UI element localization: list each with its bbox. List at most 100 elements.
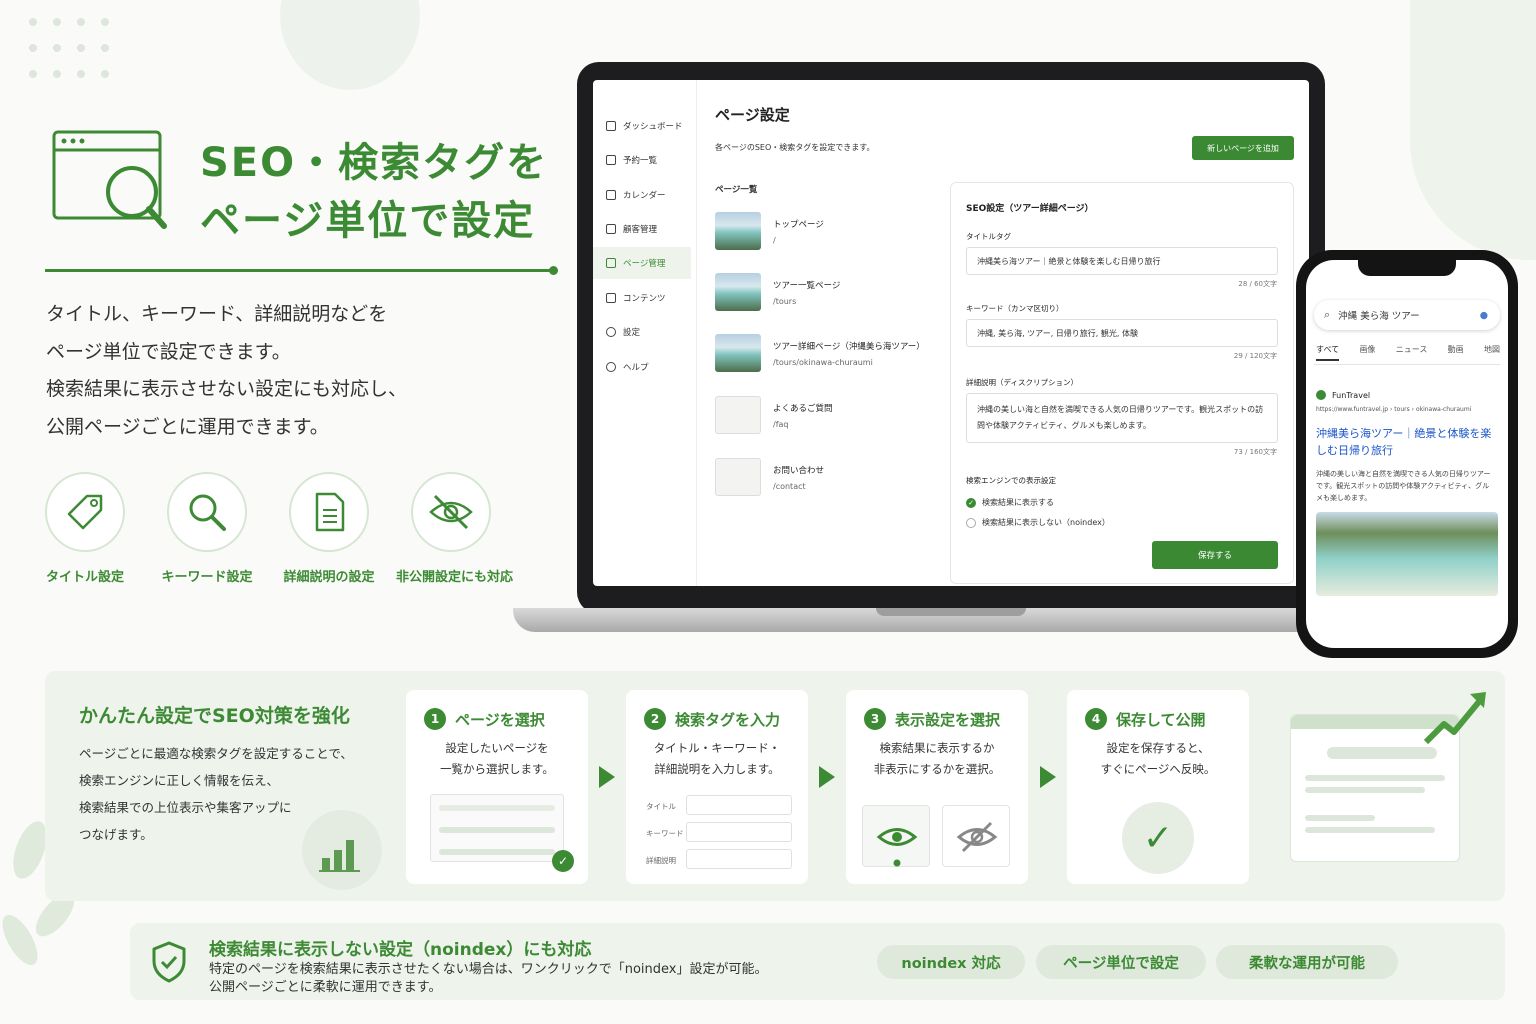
tab-maps[interactable]: 地図 xyxy=(1484,344,1500,361)
step-4-card: 4 保存して公開 設定を保存すると、 すぐにページへ反映。 ✓ xyxy=(1067,690,1249,884)
page-list-item[interactable]: ツアー一覧ページ/tours xyxy=(715,273,935,313)
arrow-icon xyxy=(819,766,835,788)
check-icon: ✓ xyxy=(1122,802,1194,874)
page-list-item[interactable]: トップページ / xyxy=(715,212,935,252)
mini-input xyxy=(686,849,792,869)
bar-chart-icon xyxy=(319,840,360,872)
page-list-heading: ページ一覧 xyxy=(715,185,758,195)
hero-description: タイトル、キーワード、詳細説明などを ページ単位で設定できます。 検索結果に表示させ… xyxy=(46,303,408,438)
description-char-count: 73 / 160文字 xyxy=(1233,448,1277,456)
browser-search-icon xyxy=(52,130,167,229)
mini-page-list xyxy=(430,794,564,862)
phone-tabs: すべて 画像 ニュース 動画 地図 xyxy=(1316,344,1500,361)
search-icon xyxy=(189,494,226,531)
keyword-char-count: 29 / 120文字 xyxy=(1233,352,1277,360)
eye-icon xyxy=(876,828,918,867)
steps-heading: かんたん設定でSEO対策を強化 xyxy=(79,705,350,727)
step-1-card: 1 ページを選択 設定したいページを 一覧から選択します。 ✓ xyxy=(406,690,588,884)
document-icon xyxy=(315,492,345,532)
page-thumbnail xyxy=(715,212,761,250)
radio-noindex[interactable]: 検索結果に表示しない（noindex） xyxy=(966,517,1110,528)
sidebar-item-reservations[interactable]: 予約一覧 xyxy=(593,144,691,176)
result-title-link[interactable]: 沖縄美ら海ツアー｜絶景と体験を楽しむ日帰り旅行 xyxy=(1316,425,1494,459)
sidebar-item-calendar[interactable]: カレンダー xyxy=(593,179,691,211)
user-icon xyxy=(606,121,616,131)
description-textarea[interactable]: 沖縄の美しい海と自然を満喫できる人気の日帰りツアーです。観光スポットの訪問や体験… xyxy=(966,393,1278,443)
mini-field-label: キーワード xyxy=(646,829,684,838)
feature-keyword: キーワード設定 xyxy=(152,472,262,585)
page-title: ページ設定 xyxy=(715,106,790,124)
sidebar-item-contents[interactable]: コンテンツ xyxy=(593,282,691,314)
sidebar-item-pages[interactable]: ページ管理 xyxy=(593,247,691,279)
search-icon: ⌕ xyxy=(1324,308,1331,321)
users-icon xyxy=(606,224,616,234)
title-char-count: 28 / 60文字 xyxy=(1238,280,1277,288)
check-icon: ✓ xyxy=(552,850,574,872)
page-list-item[interactable]: ツアー詳細ページ（沖縄美ら海ツアー）/tours/okinawa-churaum… xyxy=(715,334,935,374)
calendar-icon xyxy=(606,155,616,165)
add-page-button[interactable]: 新しいページを追加 xyxy=(1192,136,1294,160)
noindex-pill: noindex 対応 xyxy=(877,945,1025,979)
title-tag-label: タイトルタグ xyxy=(966,232,1011,241)
tab-images[interactable]: 画像 xyxy=(1359,344,1375,361)
page-thumbnail xyxy=(715,396,761,434)
trend-up-arrow-icon xyxy=(1423,692,1486,745)
eye-off-icon xyxy=(956,821,998,853)
arrow-icon xyxy=(1040,766,1056,788)
page-thumbnail xyxy=(715,458,761,496)
mini-input xyxy=(686,795,792,815)
keyword-input[interactable]: 沖縄, 美ら海, ツアー, 日帰り旅行, 観光, 体験 xyxy=(966,319,1278,347)
radio-show-in-results[interactable]: 検索結果に表示する xyxy=(966,497,1054,508)
shield-check-icon xyxy=(152,941,186,983)
sidebar-item-help[interactable]: ヘルプ xyxy=(593,351,691,383)
result-beach-image xyxy=(1316,512,1498,596)
hide-option-tile xyxy=(942,805,1010,867)
result-site: FunTravel xyxy=(1316,390,1370,400)
step-2-card: 2 検索タグを入力 タイトル・キーワード・ 詳細説明を入力します。 タイトル キーワ… xyxy=(626,690,808,884)
site-favicon-icon xyxy=(1316,390,1326,400)
hero-divider xyxy=(45,266,558,275)
sidebar-item-settings[interactable]: 設定 xyxy=(593,316,691,348)
sidebar: ダッシュボード 予約一覧 カレンダー 顧客管理 ページ管理 コンテンツ 設定 ヘ… xyxy=(593,80,697,586)
noindex-description: 特定のページを検索結果に表示させたくない場合は、ワンクリックで「noindex」… xyxy=(209,962,768,995)
save-button[interactable]: 保存する xyxy=(1152,541,1278,569)
noindex-title: 検索結果に表示しない設定（noindex）にも対応 xyxy=(209,940,592,960)
page-thumbnail xyxy=(715,273,761,311)
tab-all[interactable]: すべて xyxy=(1316,344,1340,361)
title-tag-input[interactable]: 沖縄美ら海ツアー｜絶景と体験を楽しむ日帰り旅行 xyxy=(966,247,1278,275)
per-page-pill: ページ単位で設定 xyxy=(1036,945,1206,979)
sidebar-item-customers[interactable]: 顧客管理 xyxy=(593,213,691,245)
page-thumbnail xyxy=(715,334,761,372)
tab-news[interactable]: ニュース xyxy=(1396,344,1428,361)
result-snippet: 沖縄の美しい海と自然を満喫できる人気の日帰りツアーです。観光スポットの訪問や体験… xyxy=(1316,470,1491,502)
page-list-item[interactable]: よくあるご質問/faq xyxy=(715,396,935,436)
tag-icon xyxy=(67,494,103,530)
decor-dots xyxy=(29,18,109,78)
phone-search-bar[interactable]: ⌕ 沖縄 美ら海 ツアー ● xyxy=(1314,300,1500,330)
calendar-icon xyxy=(606,190,616,200)
arrow-icon xyxy=(599,766,615,788)
feature-description: 詳細説明の設定 xyxy=(274,472,384,585)
check-square-icon xyxy=(606,293,616,303)
show-option-tile xyxy=(862,805,930,867)
panel-heading: SEO設定（ツアー詳細ページ） xyxy=(966,204,1094,214)
step-3-card: 3 表示設定を選択 検索結果に表示するか 非表示にするかを選択。 xyxy=(846,690,1028,884)
decor-blob xyxy=(280,0,420,90)
seo-settings-panel: SEO設定（ツアー詳細ページ） タイトルタグ 沖縄美ら海ツアー｜絶景と体験を楽し… xyxy=(950,182,1294,584)
feature-private: 非公開設定にも対応 xyxy=(396,472,513,585)
page-subtitle: 各ページのSEO・検索タグを設定できます。 xyxy=(715,143,875,152)
phone-screen: ⌕ 沖縄 美ら海 ツアー ● すべて 画像 ニュース 動画 地図 FunTrave… xyxy=(1306,260,1508,648)
admin-screen: ダッシュボード 予約一覧 カレンダー 顧客管理 ページ管理 コンテンツ 設定 ヘ… xyxy=(593,80,1309,586)
phone-notch xyxy=(1358,258,1456,276)
laptop-notch xyxy=(876,608,1026,616)
chart-badge xyxy=(302,810,382,890)
result-url: https://www.funtravel.jp › tours › okina… xyxy=(1316,406,1472,413)
page-list-item[interactable]: お問い合わせ/contact xyxy=(715,458,935,498)
sidebar-item-dashboard[interactable]: ダッシュボード xyxy=(593,110,691,142)
decor-blob-right xyxy=(1410,0,1536,260)
feature-title: タイトル設定 xyxy=(30,472,140,585)
mic-icon[interactable]: ● xyxy=(1480,310,1488,321)
mini-field-label: タイトル xyxy=(646,802,676,811)
display-setting-label: 検索エンジンでの表示設定 xyxy=(966,476,1056,485)
tab-videos[interactable]: 動画 xyxy=(1448,344,1464,361)
